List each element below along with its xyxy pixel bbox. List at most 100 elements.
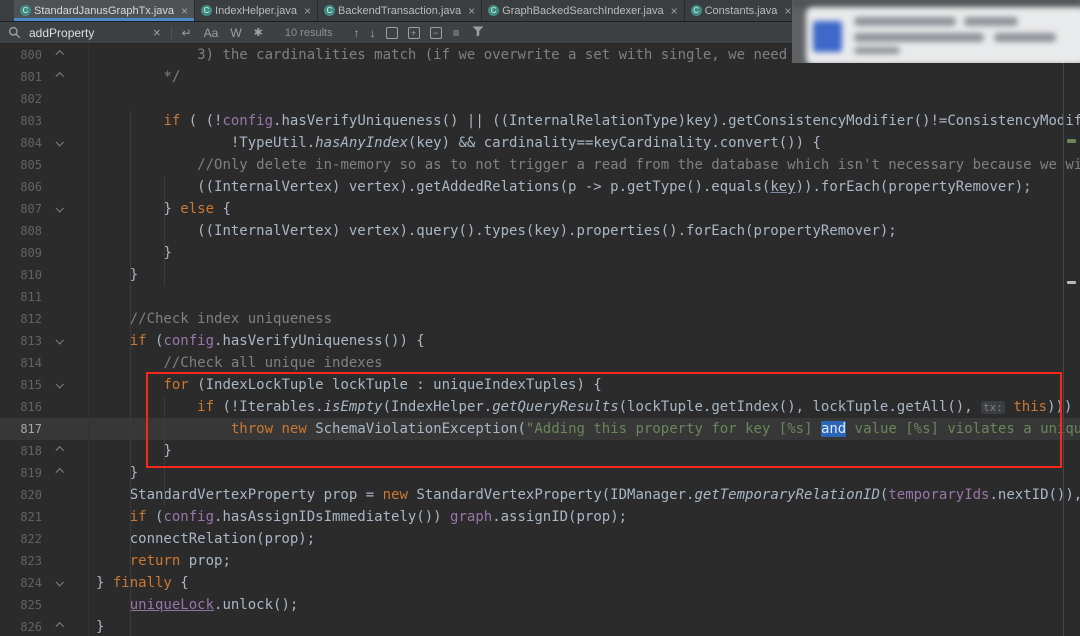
line-number[interactable]: 801: [0, 66, 42, 88]
fold-marker-icon[interactable]: [42, 330, 76, 352]
clear-search-icon[interactable]: ×: [153, 25, 161, 40]
code-line[interactable]: 825 uniqueLock.unlock();: [0, 594, 1080, 616]
code-text: //Only delete in-memory so as to not tri…: [197, 157, 1080, 173]
line-number[interactable]: 823: [0, 550, 42, 572]
tab-close-icon[interactable]: ×: [671, 5, 678, 17]
line-number[interactable]: 819: [0, 462, 42, 484]
line-number[interactable]: 816: [0, 396, 42, 418]
fold-marker-icon[interactable]: [42, 198, 76, 220]
line-number[interactable]: 824: [0, 572, 42, 594]
java-class-icon: C: [201, 5, 213, 16]
line-number[interactable]: 807: [0, 198, 42, 220]
line-number[interactable]: 800: [0, 44, 42, 66]
line-number[interactable]: 826: [0, 616, 42, 636]
code-line[interactable]: 801 */: [0, 66, 1080, 88]
code-line[interactable]: 823 return prop;: [0, 550, 1080, 572]
line-number[interactable]: 817: [0, 418, 42, 440]
code-lines: 800 3) the cardinalities match (if we ove…: [0, 44, 1080, 636]
match-case-toggle[interactable]: Aa: [204, 26, 219, 40]
gutter-space: [42, 242, 76, 264]
line-number[interactable]: 804: [0, 132, 42, 154]
tab-close-icon[interactable]: ×: [304, 5, 311, 17]
code-text: } finally {: [96, 575, 189, 591]
line-number[interactable]: 802: [0, 88, 42, 110]
code-line[interactable]: 813 if (config.hasVerifyUniqueness()) {: [0, 330, 1080, 352]
line-number[interactable]: 803: [0, 110, 42, 132]
line-number[interactable]: 812: [0, 308, 42, 330]
line-number[interactable]: 811: [0, 286, 42, 308]
code-text: }: [163, 245, 172, 261]
code-line[interactable]: 817 throw new SchemaViolationException("A…: [0, 418, 1080, 440]
code-line[interactable]: 816 if (!Iterables.isEmpty(IndexHelper.ge…: [0, 396, 1080, 418]
censor-streak: [854, 17, 956, 26]
code-line[interactable]: 820 StandardVertexProperty prop = new Sta…: [0, 484, 1080, 506]
previous-occurrence-button[interactable]: ↑: [354, 26, 360, 40]
code-line[interactable]: 824 } finally {: [0, 572, 1080, 594]
code-line[interactable]: 818}: [0, 440, 1080, 462]
fold-marker-icon[interactable]: [42, 440, 76, 462]
tab-close-icon[interactable]: ×: [468, 5, 475, 17]
code-line[interactable]: 807} else {: [0, 198, 1080, 220]
code-line[interactable]: 810}: [0, 264, 1080, 286]
code-line[interactable]: 819}: [0, 462, 1080, 484]
fold-marker-icon[interactable]: [42, 374, 76, 396]
line-number[interactable]: 818: [0, 440, 42, 462]
code-editor[interactable]: 800 3) the cardinalities match (if we ove…: [0, 44, 1080, 636]
fold-marker-icon[interactable]: [42, 66, 76, 88]
code-line[interactable]: 806 ((InternalVertex) vertex).getAddedRel…: [0, 176, 1080, 198]
code-line[interactable]: 815 for (IndexLockTuple lockTuple : uniqu…: [0, 374, 1080, 396]
fold-marker-icon[interactable]: [42, 462, 76, 484]
code-line[interactable]: 811: [0, 286, 1080, 308]
filter-funnel-icon[interactable]: [472, 26, 484, 40]
next-occurrence-button[interactable]: ↓: [370, 26, 376, 40]
code-line[interactable]: 802: [0, 88, 1080, 110]
fold-marker-icon[interactable]: [42, 572, 76, 594]
code-line[interactable]: 804 !TypeUtil.hasAnyIndex(key) && cardina…: [0, 132, 1080, 154]
tab-constants-java[interactable]: C Constants.java ×: [685, 0, 799, 21]
tab-graphbackedsearchindexer-java[interactable]: C GraphBackedSearchIndexer.java ×: [482, 0, 685, 21]
line-number[interactable]: 813: [0, 330, 42, 352]
whole-words-toggle[interactable]: W: [230, 26, 241, 40]
gutter-space: [42, 418, 76, 440]
filter-lines-icon[interactable]: ≡: [453, 26, 460, 40]
tab-close-icon[interactable]: ×: [784, 5, 791, 17]
fold-marker-icon[interactable]: [42, 44, 76, 66]
tab-backendtransaction-java[interactable]: C BackendTransaction.java ×: [318, 0, 483, 21]
fold-marker-icon[interactable]: [42, 132, 76, 154]
newline-icon[interactable]: ↵: [182, 26, 192, 40]
code-text: //Check index uniqueness: [129, 311, 333, 327]
code-line[interactable]: 812 //Check index uniqueness: [0, 308, 1080, 330]
line-number[interactable]: 815: [0, 374, 42, 396]
line-number[interactable]: 821: [0, 506, 42, 528]
line-number[interactable]: 808: [0, 220, 42, 242]
tab-standardjanusgraphtx-java[interactable]: C StandardJanusGraphTx.java ×: [14, 0, 196, 21]
fold-marker-icon[interactable]: [42, 616, 76, 636]
tab-indexhelper-java[interactable]: C IndexHelper.java ×: [195, 0, 319, 21]
gutter-space: [42, 594, 76, 616]
line-number[interactable]: 822: [0, 528, 42, 550]
code-line[interactable]: 803 if ( (!config.hasVerifyUniqueness() |…: [0, 110, 1080, 132]
code-line[interactable]: 805 //Only delete in-memory so as to not …: [0, 154, 1080, 176]
code-text: */: [163, 69, 181, 85]
code-line[interactable]: 814 //Check all unique indexes: [0, 352, 1080, 374]
line-number[interactable]: 809: [0, 242, 42, 264]
line-number[interactable]: 805: [0, 154, 42, 176]
line-number[interactable]: 820: [0, 484, 42, 506]
code-line[interactable]: 822 connectRelation(prop);: [0, 528, 1080, 550]
exclude-occurrence-icon[interactable]: −: [429, 26, 442, 39]
line-number[interactable]: 814: [0, 352, 42, 374]
add-occurrence-icon[interactable]: +: [407, 26, 420, 39]
regex-toggle[interactable]: ✱: [254, 26, 263, 40]
code-line[interactable]: 821 if (config.hasAssignIDsImmediately())…: [0, 506, 1080, 528]
line-number[interactable]: 810: [0, 264, 42, 286]
code-text: StandardVertexProperty prop = new Standa…: [129, 487, 1080, 503]
code-line[interactable]: 809}: [0, 242, 1080, 264]
code-line[interactable]: 808 ((InternalVertex) vertex).query().typ…: [0, 220, 1080, 242]
code-text: if (!Iterables.isEmpty(IndexHelper.getQu…: [197, 399, 1073, 415]
search-input[interactable]: addProperty: [29, 26, 147, 40]
code-line[interactable]: 826}: [0, 616, 1080, 636]
tab-close-icon[interactable]: ×: [181, 5, 188, 17]
line-number[interactable]: 806: [0, 176, 42, 198]
select-all-occurrences-icon[interactable]: [385, 26, 398, 39]
line-number[interactable]: 825: [0, 594, 42, 616]
